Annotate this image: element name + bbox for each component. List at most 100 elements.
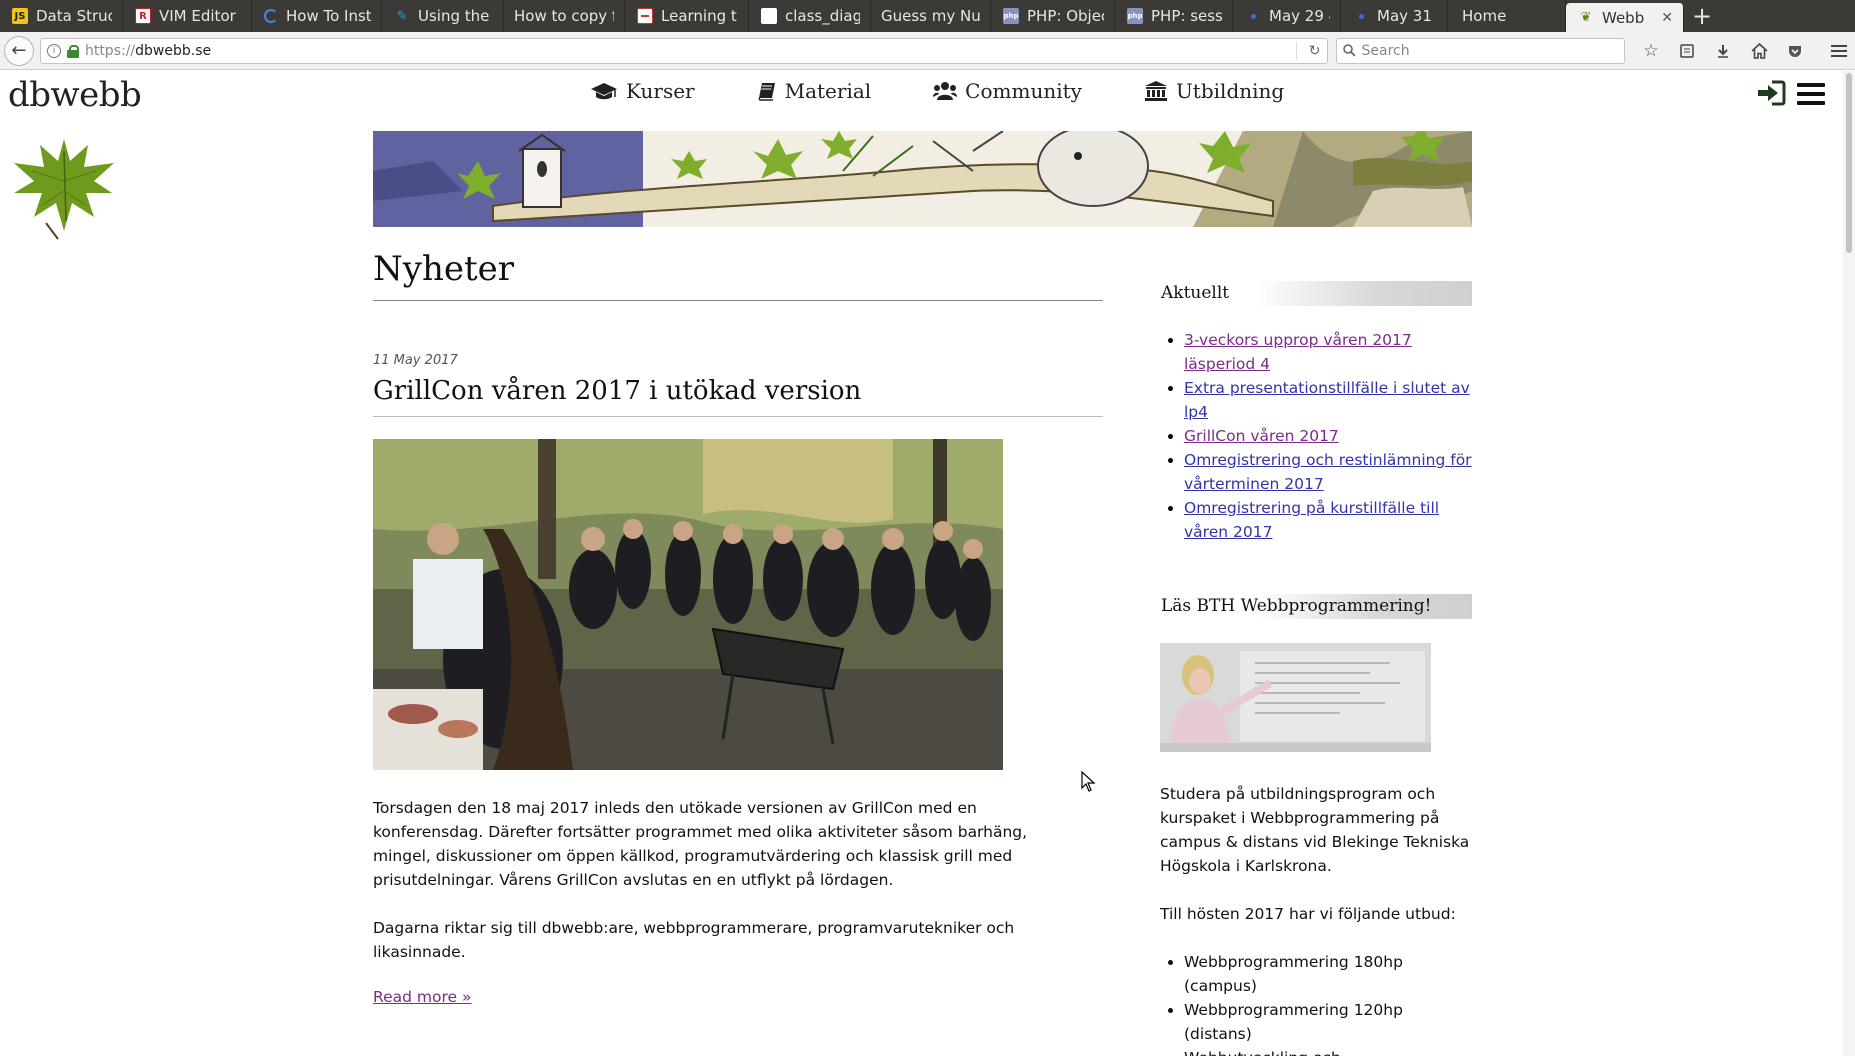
post-paragraph: Dagarna riktar sig till dbwebb:are, webb… — [373, 919, 1015, 961]
aktuellt-link[interactable]: Extra presentationstillfälle i slutet av… — [1184, 379, 1470, 421]
list-item: Extra presentationstillfälle i slutet av… — [1184, 376, 1472, 424]
pocket-icon[interactable] — [1779, 37, 1811, 65]
bth-lecture-photo[interactable] — [1160, 643, 1431, 752]
grillcon-photo — [373, 439, 1003, 770]
doc-icon — [637, 8, 653, 24]
dot-icon — [1353, 8, 1369, 24]
browser-tab[interactable]: php PHP: session — [1115, 0, 1233, 32]
post-date: 11 May 2017 — [373, 353, 458, 368]
scrollbar-thumb[interactable] — [1846, 73, 1852, 253]
bth-text: Studera på utbildningsprogram och kurspa… — [1160, 785, 1470, 875]
browser-tab[interactable]: Guess my Numb — [871, 0, 991, 32]
browser-tab[interactable]: May 29 4:26 f — [1233, 0, 1341, 32]
tab-title: class_diagra — [785, 7, 860, 25]
list-item: 3-veckors upprop våren 2017 läsperiod 4 — [1184, 328, 1472, 376]
nav-label: Utbildning — [1175, 79, 1285, 103]
tab-title: Data Structu — [36, 7, 112, 25]
browser-tab[interactable]: class_diagra — [749, 0, 871, 32]
tab-title: Webbprog — [1602, 8, 1645, 27]
tab-title: PHP: Object — [1027, 7, 1104, 25]
book-icon — [757, 83, 775, 101]
graduation-cap-icon — [591, 83, 617, 100]
lock-icon — [66, 44, 79, 58]
mouse-cursor-icon — [1081, 771, 1096, 792]
arrow-left-icon: ← — [11, 40, 27, 61]
tab-title: How to copy file — [514, 7, 614, 25]
browser-tab[interactable]: May 31 1:18 f — [1341, 0, 1448, 32]
download-icon[interactable] — [1707, 37, 1739, 65]
blank-icon — [761, 8, 777, 24]
page-title: Nyheter — [373, 241, 1103, 301]
reload-icon[interactable]: ↻ — [1303, 43, 1321, 59]
search-bar[interactable]: Search — [1335, 37, 1625, 64]
maple-leaf-icon — [14, 139, 114, 240]
list-item: Webbutveckling och — [1184, 1046, 1472, 1056]
tab-title: May 29 4:26 f — [1269, 7, 1330, 25]
nav-label: Community — [965, 79, 1082, 103]
users-icon — [933, 82, 958, 100]
page-scrollbar[interactable] — [1843, 71, 1855, 1056]
browser-tab[interactable]: php PHP: Object — [991, 0, 1115, 32]
post-title[interactable]: GrillCon våren 2017 i utökad version — [373, 376, 1103, 417]
sidebar: Aktuellt 3-veckors upprop våren 2017 läs… — [1160, 281, 1472, 1056]
search-icon — [1342, 44, 1356, 57]
nav-item-community[interactable]: Community — [933, 79, 1082, 103]
browser-tab-strip: JS Data Structu R VIM Editor C How To In… — [0, 0, 1855, 32]
nav-item-utbildning[interactable]: Utbildning — [1144, 79, 1284, 103]
browser-tab[interactable]: ✎ Using the Vi — [382, 0, 504, 32]
close-tab-icon[interactable]: ✕ — [1661, 10, 1673, 26]
aktuellt-link[interactable]: Omregistrering på kurstillfälle till vår… — [1184, 499, 1439, 541]
browser-tab-active[interactable]: ❦ Webbprog ✕ — [1566, 3, 1684, 32]
nav-label: Kurser — [626, 79, 695, 103]
menu-icon[interactable] — [1823, 37, 1855, 65]
tab-title: PHP: session — [1151, 7, 1222, 25]
search-placeholder: Search — [1361, 42, 1410, 59]
reading-list-icon[interactable] — [1671, 37, 1703, 65]
tab-title: Guess my Numb — [881, 7, 980, 25]
sign-in-icon[interactable] — [1756, 80, 1786, 106]
aktuellt-heading: Aktuellt — [1160, 281, 1472, 306]
site-menu-icon[interactable] — [1797, 83, 1825, 105]
bth-description: Studera på utbildningsprogram och kurspa… — [1160, 782, 1472, 926]
nav-item-material[interactable]: Material — [757, 79, 872, 103]
header-banner-image — [373, 131, 1472, 227]
tab-title: How To Insta — [286, 7, 371, 25]
browser-tab[interactable]: How to copy file — [504, 0, 625, 32]
new-tab-button[interactable]: + — [1684, 0, 1720, 32]
list-item: Omregistrering på kurstillfälle till vår… — [1184, 496, 1472, 544]
nav-label: Material — [784, 79, 872, 103]
home-icon[interactable] — [1743, 37, 1775, 65]
aktuellt-link[interactable]: GrillCon våren 2017 — [1184, 427, 1339, 445]
browser-tab[interactable]: R VIM Editor C — [123, 0, 252, 32]
pen-icon: ✎ — [396, 8, 408, 24]
browser-tab[interactable]: JS Data Structu — [0, 0, 123, 32]
list-item: Webbprogrammering 180hp (campus) — [1184, 950, 1472, 998]
browser-tab[interactable]: Learning the — [625, 0, 749, 32]
browser-tab[interactable]: How To Insta — [252, 0, 382, 32]
list-item: GrillCon våren 2017 — [1184, 424, 1472, 448]
browser-tab[interactable]: Home — [1448, 0, 1566, 32]
nav-item-kurser[interactable]: Kurser — [590, 79, 695, 103]
site-logo[interactable]: dbwebb — [8, 75, 142, 115]
tab-title: Home — [1462, 7, 1507, 25]
tab-title: May 31 1:18 f — [1377, 7, 1437, 25]
spinner-icon — [264, 9, 278, 23]
tab-title: Using the Vi — [418, 7, 493, 25]
r-icon: R — [135, 8, 151, 24]
list-item: Omregistrering och restinlämning för vår… — [1184, 448, 1472, 496]
url-host: dbwebb.se — [135, 42, 212, 59]
js-icon: JS — [12, 8, 28, 24]
url-bar[interactable]: i https://dbwebb.se ↻ — [39, 37, 1328, 64]
tab-title: VIM Editor C — [159, 7, 241, 25]
back-button[interactable]: ← — [4, 35, 34, 66]
aktuellt-link[interactable]: 3-veckors upprop våren 2017 läsperiod 4 — [1184, 331, 1412, 373]
list-item: Webbprogrammering 120hp (distans) — [1184, 998, 1472, 1046]
aktuellt-link[interactable]: Omregistrering och restinlämning för vår… — [1184, 451, 1472, 493]
tab-title: Learning the — [661, 7, 738, 25]
info-icon[interactable]: i — [46, 43, 61, 58]
browser-navbar: ← i https://dbwebb.se ↻ Search ☆ — [0, 32, 1855, 70]
url-protocol: https:// — [84, 42, 136, 59]
bookmark-star-icon[interactable]: ☆ — [1635, 37, 1667, 65]
web-page: dbwebb Kurser Material Community Utbildn… — [0, 71, 1855, 1056]
read-more-link[interactable]: Read more » — [373, 988, 471, 1006]
